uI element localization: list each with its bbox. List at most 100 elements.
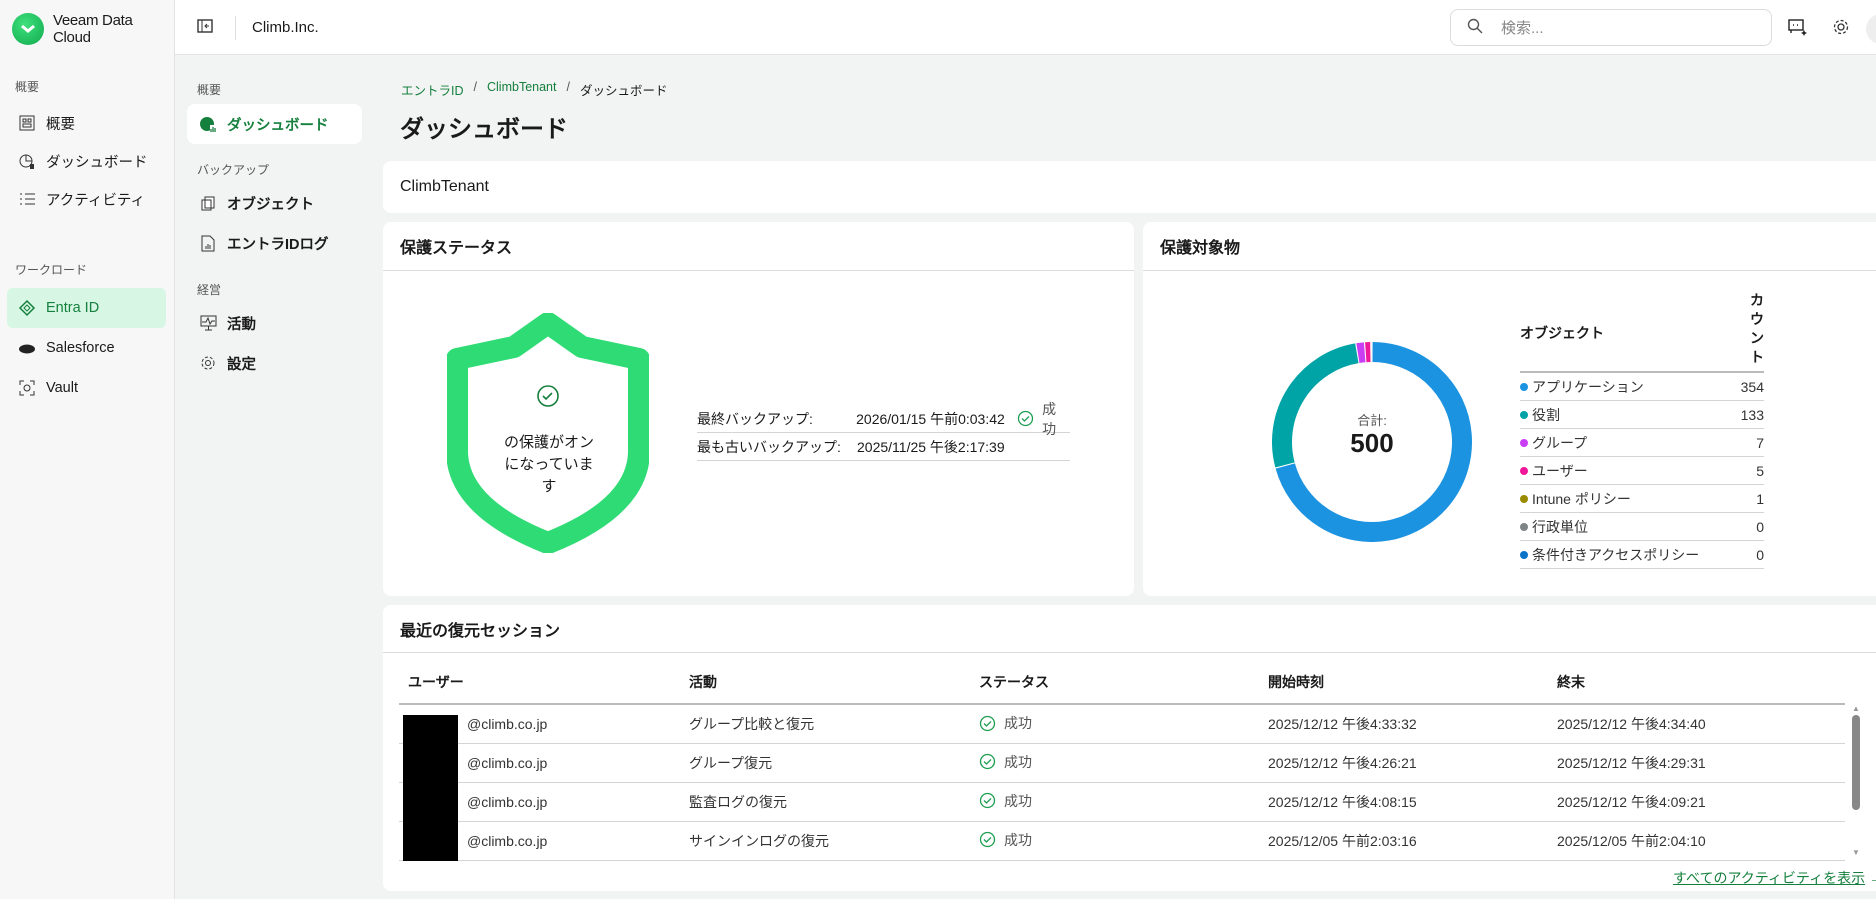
label: Vault [46, 380, 78, 396]
subnav-dashboard[interactable]: ダッシュボード [187, 104, 362, 144]
card-title: 保護ステータス [383, 222, 1134, 271]
legend-row: グループ 7 [1520, 429, 1764, 457]
label: 最終バックアップ: [697, 410, 813, 427]
subnav-entra-logs[interactable]: エントラIDログ [175, 224, 371, 262]
recent-restore-sessions-card: 最近の復元セッション ユーザー 活動 ステータス 開始時刻 終末 @climb.… [383, 605, 1876, 891]
cloud-icon [18, 339, 36, 357]
check-circle-icon [1018, 410, 1034, 427]
redacted-block [403, 743, 458, 783]
objects-legend-table: オブジェクト カウント アプリケーション 354 役割 133 グループ 7 ユーザー 5 In… [1520, 292, 1764, 569]
col-status[interactable]: ステータス [979, 660, 1268, 705]
end-time: 2025/12/12 午後4:34:40 [1557, 704, 1845, 744]
total-value: 500 [1350, 428, 1394, 458]
col-start[interactable]: 開始時刻 [1268, 660, 1557, 705]
label: ダッシュボード [46, 154, 148, 171]
protection-status-card: 保護ステータス の保護がオンになっています 最終バックアップ: 2026/01/1… [383, 222, 1134, 596]
app-name: Veeam Data Cloud [52, 12, 133, 46]
sidebar-item-dashboard[interactable]: ダッシュボード [0, 142, 175, 180]
breadcrumb-entra-id[interactable]: エントラID [401, 80, 464, 99]
donut-slice[interactable] [1356, 342, 1366, 364]
gear-icon [199, 354, 217, 372]
sidebar-item-activity[interactable]: アクティビティ [0, 180, 175, 218]
start-time: 2025/12/12 午後4:08:15 [1268, 782, 1557, 822]
subnav-settings[interactable]: 設定 [175, 344, 365, 382]
sidebar-item-overview[interactable]: 概要 [0, 104, 175, 142]
vault-icon [18, 379, 36, 397]
legend-dot [1520, 382, 1528, 391]
end-time: 2025/12/05 午前2:04:10 [1557, 821, 1845, 861]
value: 2026/01/15 午前0:03:42 [856, 410, 1005, 427]
search-input[interactable]: 検索... [1450, 9, 1772, 46]
legend-row: Intune ポリシー 1 [1520, 485, 1764, 513]
start-time: 2025/12/12 午後4:26:21 [1268, 743, 1557, 783]
card-title: 最近の復元セッション [383, 605, 1876, 653]
separator: / [473, 80, 477, 94]
breadcrumb-tenant[interactable]: ClimbTenant [487, 80, 556, 99]
check-circle-icon [979, 715, 996, 731]
cubes-icon [199, 194, 217, 212]
legend-label: アプリケーション [1532, 378, 1644, 395]
subnav-activity[interactable]: 活動 [175, 304, 365, 342]
table-row[interactable]: @climb.co.jp サインインログの復元 成功 2025/12/05 午前… [399, 821, 1845, 861]
legend-label: 条件付きアクセスポリシー [1532, 546, 1700, 563]
legend-label: ユーザー [1532, 462, 1588, 479]
col-count: カウント [1750, 292, 1764, 365]
col-end[interactable]: 終末 [1557, 660, 1845, 705]
main-sidebar: Veeam Data Cloud 概要 概要 ダッシュボード アクティビティ ワ… [0, 0, 175, 899]
legend-row: 行政単位 0 [1520, 513, 1764, 541]
legend-dot [1520, 550, 1528, 559]
status: 成功 [979, 752, 1032, 772]
status-text: 成功 [1042, 400, 1057, 437]
card-title: 保護対象物 [1143, 222, 1876, 271]
search-placeholder: 検索... [1501, 20, 1544, 37]
breadcrumb: エントラID / ClimbTenant / ダッシュボード [401, 80, 667, 99]
sidebar-item-entra-id[interactable]: Entra ID [7, 288, 166, 328]
separator: / [566, 80, 570, 94]
legend-dot [1520, 438, 1528, 447]
oldest-backup-row: 最も古いバックアップ: 2025/11/25 午後2:17:39 [697, 433, 1070, 461]
table-row[interactable]: @climb.co.jp 監査ログの復元 成功 2025/12/12 午後4:0… [399, 782, 1845, 822]
table-row[interactable]: @climb.co.jp グループ復元 成功 2025/12/12 午後4:26… [399, 743, 1845, 783]
status-text: 成功 [1004, 792, 1032, 809]
legend-row: アプリケーション 354 [1520, 373, 1764, 401]
legend-count: 354 [1740, 378, 1764, 395]
legend-label: Intune ポリシー [1532, 490, 1631, 507]
user-email: @climb.co.jp [467, 793, 548, 810]
collapse-sidebar-icon[interactable] [197, 19, 213, 37]
label: 活動 [227, 316, 256, 333]
end-time: 2025/12/12 午後4:29:31 [1557, 743, 1845, 783]
gear-icon[interactable] [1832, 18, 1850, 40]
entra-diamond-icon [18, 299, 36, 317]
legend-label: 役割 [1532, 406, 1560, 423]
protection-message: の保護がオンになっています [503, 434, 594, 495]
chat-ai-icon[interactable] [1788, 19, 1808, 41]
link-text: すべてのアクティビティを表示 [1673, 870, 1866, 886]
legend-dot [1520, 466, 1528, 475]
user-email: @climb.co.jp [467, 715, 548, 732]
legend-count: 133 [1740, 406, 1764, 423]
activity: グループ比較と復元 [689, 704, 979, 744]
label: オブジェクト [227, 196, 314, 213]
start-time: 2025/12/12 午後4:33:32 [1268, 704, 1557, 744]
org-name[interactable]: Climb.Inc. [252, 19, 319, 36]
label: Salesforce [46, 340, 115, 356]
label: アクティビティ [46, 192, 146, 209]
user-email: @climb.co.jp [467, 832, 548, 849]
activity: 監査ログの復元 [689, 782, 979, 822]
view-all-activity-link[interactable]: すべてのアクティビティを表示 → [1673, 868, 1876, 888]
col-activity[interactable]: 活動 [689, 660, 979, 705]
sessions-table: ユーザー 活動 ステータス 開始時刻 終末 @climb.co.jp グループ比… [399, 660, 1845, 861]
subnav-objects[interactable]: オブジェクト [175, 184, 365, 222]
label: エントラIDログ [227, 236, 329, 253]
secondary-nav: 概要 ダッシュボード バックアップ オブジェクト エントラIDログ 経営 活動 … [175, 55, 371, 899]
table-scrollbar[interactable]: ▲ ▼ [1850, 704, 1862, 862]
document-chart-icon [199, 234, 217, 252]
col-user[interactable]: ユーザー [399, 660, 689, 705]
status: 成功 [1017, 399, 1070, 439]
table-row[interactable]: @climb.co.jp グループ比較と復元 成功 2025/12/12 午後4… [399, 704, 1845, 744]
sidebar-item-vault[interactable]: Vault [0, 368, 175, 408]
sidebar-item-salesforce[interactable]: Salesforce [0, 328, 175, 368]
app-logo[interactable]: Veeam Data Cloud [12, 12, 174, 46]
status-text: 成功 [1004, 831, 1032, 848]
label: 最も古いバックアップ: [697, 438, 841, 455]
